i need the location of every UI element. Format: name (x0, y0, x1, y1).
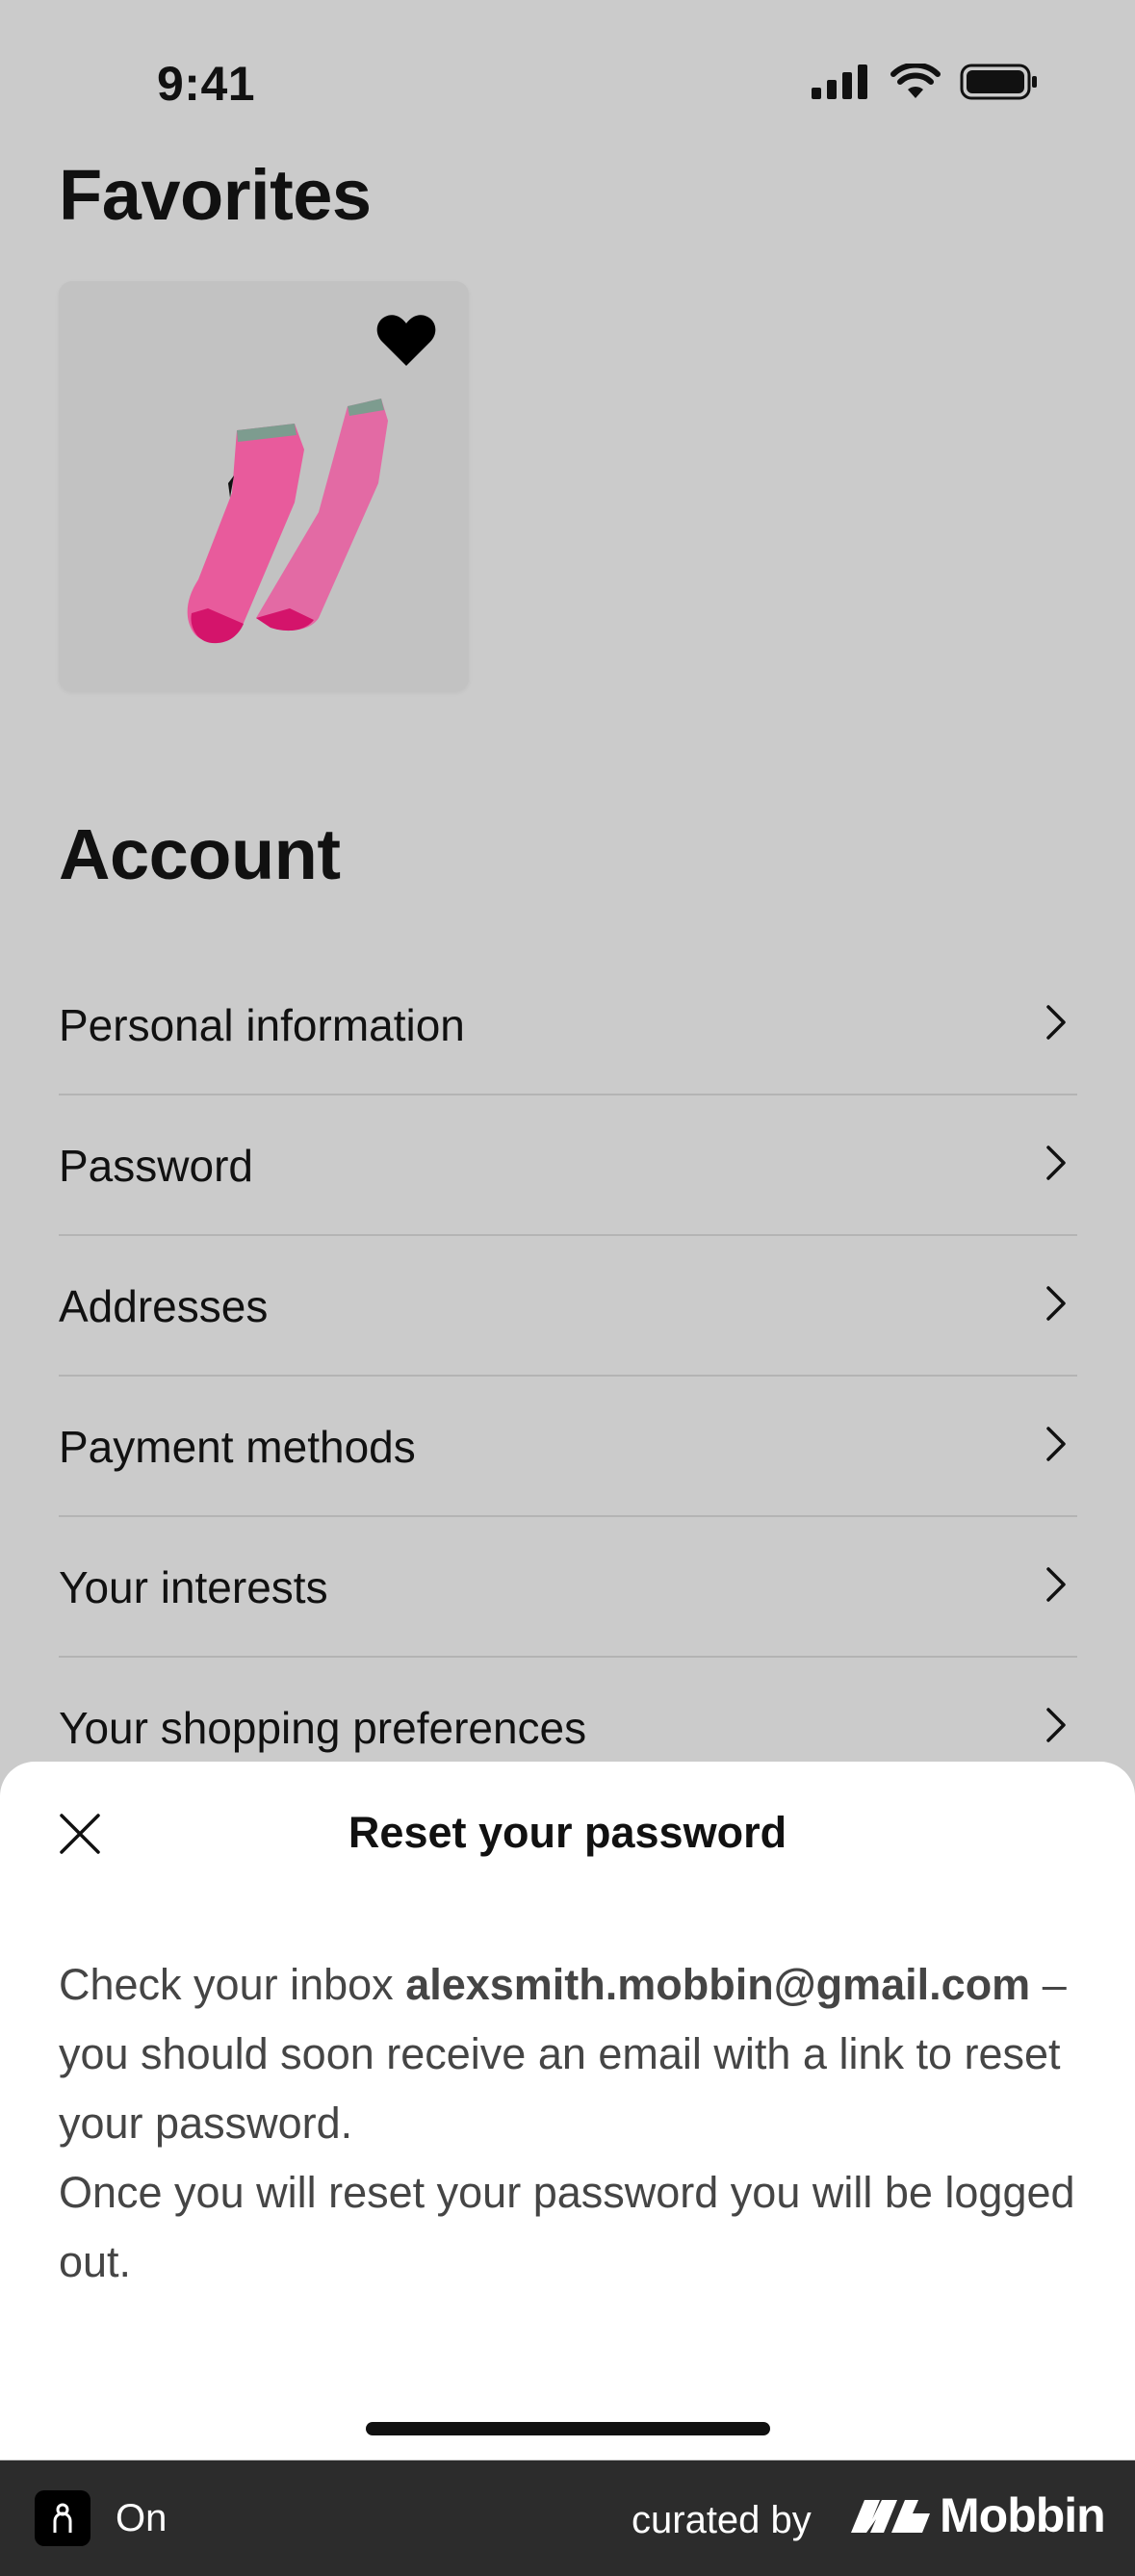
mobbin-footer: On curated by Mobbin (0, 2460, 1135, 2576)
cellular-signal-icon (812, 64, 867, 99)
account-item-label: Payment methods (59, 1422, 416, 1472)
email-address: alexsmith.mobbin@gmail.com (405, 1960, 1031, 2009)
chevron-right-icon (1046, 1146, 1066, 1180)
favorites-title: Favorites (59, 155, 372, 235)
heart-filled-icon[interactable] (376, 314, 436, 368)
account-item-personal-information[interactable]: Personal information (59, 955, 1077, 1095)
account-item-label: Addresses (59, 1281, 269, 1331)
status-bar: 9:41 (0, 0, 1135, 168)
home-indicator (366, 2422, 770, 2435)
mobbin-brand: Mobbin (851, 2487, 1106, 2543)
curated-by-label: curated by (632, 2499, 812, 2541)
chevron-right-icon (1046, 1427, 1066, 1461)
account-item-addresses[interactable]: Addresses (59, 1236, 1077, 1377)
app-name: On (116, 2497, 168, 2539)
account-item-label: Your shopping preferences (59, 1703, 587, 1753)
product-image (187, 399, 388, 644)
mobbin-logo-icon (851, 2500, 930, 2533)
account-item-label: Password (59, 1141, 253, 1191)
reset-password-sheet: Reset your password Check your inbox ale… (0, 1762, 1135, 2460)
favorite-item-card[interactable] (59, 281, 469, 691)
status-icons (812, 64, 1039, 100)
account-item-label: Your interests (59, 1562, 328, 1612)
account-list: Personal information Password Addresses … (59, 955, 1077, 1796)
wifi-icon (890, 64, 941, 98)
account-title: Account (59, 814, 341, 894)
sheet-title: Reset your password (348, 1808, 787, 1857)
brand-name: Mobbin (940, 2488, 1106, 2542)
chevron-right-icon (1046, 1005, 1066, 1040)
status-time: 9:41 (157, 57, 256, 111)
account-item-password[interactable]: Password (59, 1095, 1077, 1236)
account-item-your-interests[interactable]: Your interests (59, 1517, 1077, 1658)
chevron-right-icon (1046, 1567, 1066, 1602)
account-item-payment-methods[interactable]: Payment methods (59, 1377, 1077, 1517)
message-logout-note: Once you will reset your password you wi… (59, 2168, 1075, 2286)
account-item-label: Personal information (59, 1000, 465, 1050)
message-intro: Check your inbox (59, 1960, 406, 2009)
sheet-message: Check your inbox alexsmith.mobbin@gmail.… (59, 1950, 1079, 2297)
chevron-right-icon (1046, 1708, 1066, 1742)
chevron-right-icon (1046, 1286, 1066, 1321)
battery-icon (960, 64, 1037, 100)
app-logo-icon (35, 2490, 90, 2546)
